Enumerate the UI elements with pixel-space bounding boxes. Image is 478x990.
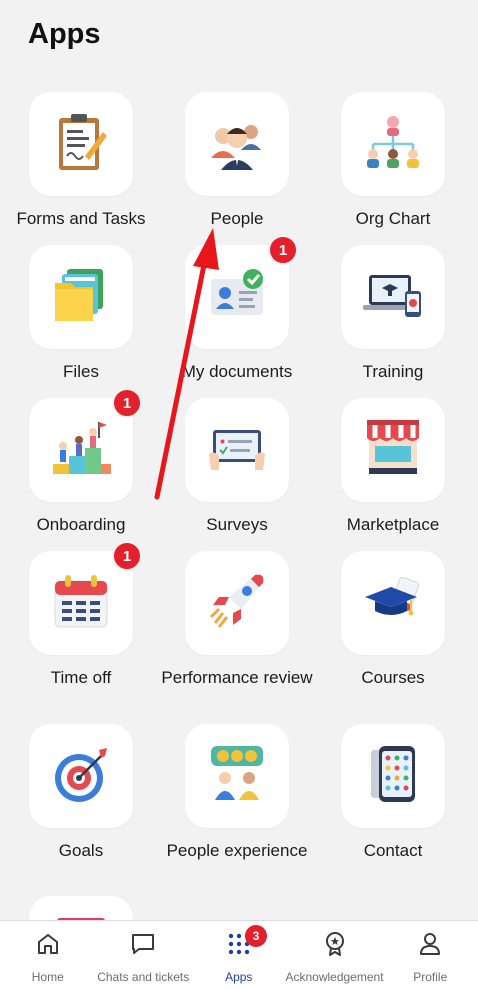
app-marketplace[interactable]: Marketplace — [315, 398, 471, 535]
feedback-faces-icon — [205, 742, 269, 811]
app-tile[interactable] — [341, 92, 445, 196]
tablet-survey-icon — [205, 416, 269, 485]
app-label: People experience — [166, 841, 308, 860]
app-label: Surveys — [206, 515, 268, 534]
app-tile[interactable] — [341, 245, 445, 349]
bottom-tab-bar: Home Chats and tickets 3 Apps Acknowledg… — [0, 920, 478, 990]
app-org-chart[interactable]: Org Chart — [315, 92, 471, 229]
tab-chats-and-tickets[interactable]: Chats and tickets — [96, 921, 192, 984]
app-onboarding[interactable]: 1 Onboarding — [3, 388, 159, 535]
notification-badge: 1 — [112, 388, 142, 418]
app-tile[interactable]: 1 — [29, 388, 142, 502]
app-label: Time off — [50, 668, 112, 687]
app-label: Courses — [361, 668, 425, 687]
app-label: People — [210, 209, 264, 228]
app-training[interactable]: Training — [315, 245, 471, 382]
app-people-experience[interactable]: People experience — [159, 724, 315, 861]
app-surveys[interactable]: Surveys — [159, 398, 315, 535]
app-label: Org Chart — [355, 209, 431, 228]
chat-icon — [130, 931, 156, 962]
tab-label: Chats and tickets — [97, 970, 190, 984]
phone-contacts-icon — [361, 742, 425, 811]
app-forms-and-tasks[interactable]: Forms and Tasks — [3, 92, 159, 229]
app-files[interactable]: Files — [3, 245, 159, 382]
clipboard-icon — [49, 110, 113, 179]
notification-badge: 1 — [268, 235, 298, 265]
tab-notification-badge: 3 — [245, 925, 267, 947]
app-tile[interactable] — [185, 92, 289, 196]
app-tile[interactable] — [185, 724, 289, 828]
id-card-icon — [205, 263, 269, 332]
tab-label: Profile — [413, 970, 448, 984]
people-icon — [205, 110, 269, 179]
graduation-cap-icon — [361, 569, 425, 638]
app-contact[interactable]: Contact — [315, 724, 471, 861]
person-icon — [417, 931, 443, 962]
app-tile[interactable] — [185, 551, 289, 655]
app-goals[interactable]: Goals — [3, 724, 159, 861]
tab-apps[interactable]: 3 Apps — [191, 921, 287, 984]
app-courses[interactable]: Courses — [315, 551, 471, 688]
app-tile[interactable] — [29, 245, 133, 349]
app-time-off[interactable]: 1 Time off — [3, 541, 159, 688]
app-tile[interactable] — [341, 398, 445, 502]
app-label: Goals — [58, 841, 104, 860]
target-icon — [49, 742, 113, 811]
rocket-icon — [205, 569, 269, 638]
app-tile[interactable]: 1 — [29, 541, 142, 655]
tab-home[interactable]: Home — [0, 921, 96, 984]
tab-label: Apps — [225, 970, 253, 984]
folder-icon — [49, 263, 113, 332]
storefront-icon — [361, 416, 425, 485]
tab-label: Home — [31, 970, 64, 984]
app-tile[interactable]: 1 — [185, 235, 298, 349]
award-icon — [322, 931, 348, 962]
app-tile[interactable] — [185, 398, 289, 502]
tab-profile[interactable]: Profile — [383, 921, 478, 984]
app-people[interactable]: People — [159, 92, 315, 229]
app-label: Marketplace — [346, 515, 440, 534]
app-my-documents[interactable]: 1 My documents — [159, 235, 315, 382]
app-label: Performance review — [161, 668, 313, 687]
tab-label: Acknowledgement — [285, 970, 384, 984]
app-tile[interactable] — [29, 92, 133, 196]
app-label: My documents — [181, 362, 293, 381]
app-tile[interactable] — [341, 551, 445, 655]
app-label: Onboarding — [36, 515, 126, 534]
climbing-steps-icon — [49, 416, 113, 485]
page-title: Apps — [28, 18, 101, 50]
notification-badge: 1 — [112, 541, 142, 571]
app-label: Forms and Tasks — [16, 209, 146, 228]
org-chart-icon — [361, 110, 425, 179]
laptop-training-icon — [361, 263, 425, 332]
app-label: Training — [362, 362, 424, 381]
tab-acknowledgement[interactable]: Acknowledgement — [285, 921, 384, 984]
app-performance-review[interactable]: Performance review — [159, 551, 315, 688]
app-tile[interactable] — [341, 724, 445, 828]
calendar-icon — [49, 569, 113, 638]
app-label: Contact — [363, 841, 423, 860]
home-icon — [35, 931, 61, 962]
app-tile[interactable] — [29, 724, 133, 828]
app-label: Files — [63, 362, 99, 381]
